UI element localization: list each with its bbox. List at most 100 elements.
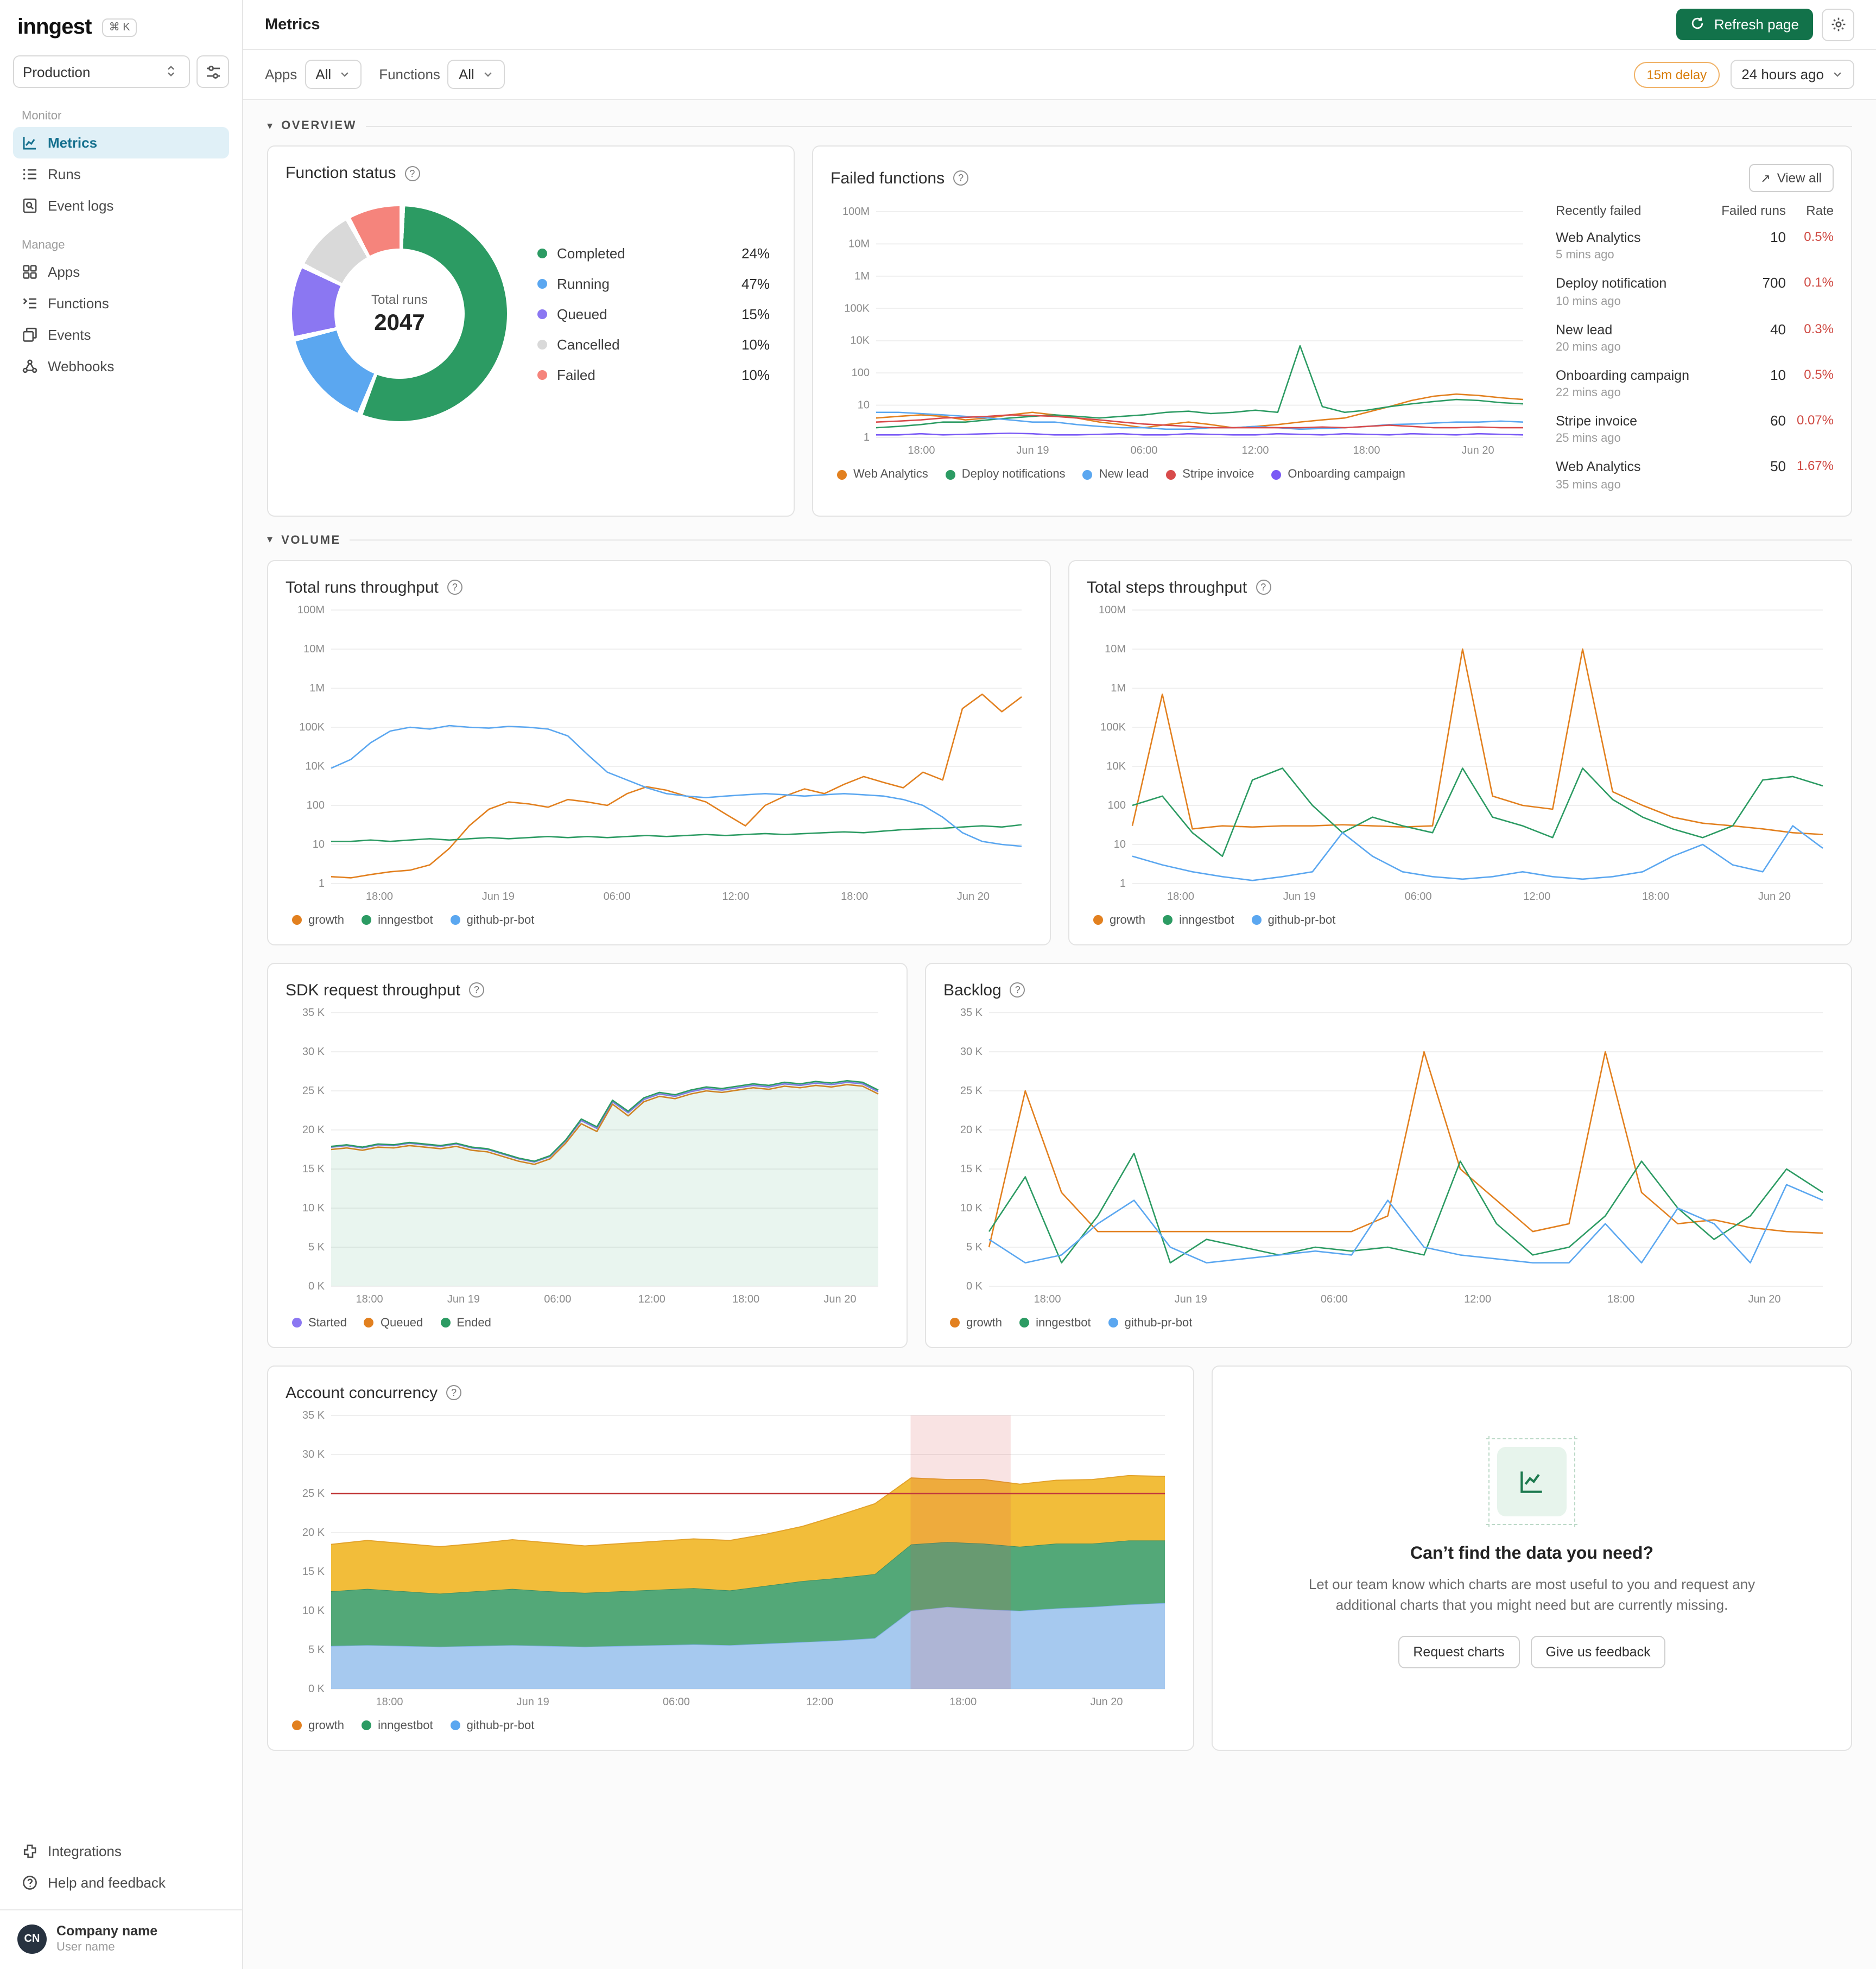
legend-item: github-pr-bot [450, 1719, 534, 1732]
time-range-select[interactable]: 24 hours ago [1731, 60, 1854, 89]
svg-text:10K: 10K [850, 335, 870, 347]
legend-item: github-pr-bot [1108, 1316, 1192, 1329]
failed-runs: 40 [1770, 321, 1786, 337]
table-row[interactable]: Web Analytics 5 mins ago 10 0.5% [1556, 223, 1834, 269]
svg-text:1M: 1M [1111, 682, 1126, 694]
failed-time: 10 mins ago [1556, 295, 1621, 308]
collapse-icon[interactable] [267, 534, 272, 546]
help-icon[interactable] [1256, 580, 1271, 595]
account-concurrency-chart: 35 K 30 K 25 K 20 K 15 K 10 K 5 K 0 K 18:00 Jun 1… [286, 1402, 1176, 1710]
legend-value: 24% [741, 245, 770, 261]
svg-text:20 K: 20 K [302, 1123, 325, 1135]
function-name: New lead [1556, 322, 1613, 337]
account-row[interactable]: CN Company name User name [0, 1909, 242, 1969]
svg-text:0 K: 0 K [966, 1280, 983, 1292]
legend-item: Completed 24% [537, 245, 770, 261]
functions-filter-select[interactable]: All [447, 60, 505, 89]
legend-item: New lead [1082, 468, 1149, 481]
failure-rate: 0.1% [1804, 275, 1834, 290]
view-all-button[interactable]: View all [1748, 164, 1834, 192]
table-row[interactable]: Onboarding campaign 22 mins ago 10 0.5% [1556, 360, 1834, 406]
dashed-guide [1486, 1524, 1577, 1526]
svg-text:Jun 20: Jun 20 [957, 890, 990, 902]
command-k-shortcut[interactable]: ⌘ K [102, 18, 137, 37]
total-steps-legend: growth inngestbot github-pr-bot [1087, 905, 1834, 926]
sidebar-item-help-feedback[interactable]: Help and feedback [13, 1868, 229, 1899]
help-icon[interactable] [447, 580, 462, 595]
section-title: OVERVIEW [281, 119, 357, 132]
sidebar-item-apps[interactable]: Apps [13, 256, 229, 288]
sidebar-item-integrations[interactable]: Integrations [13, 1836, 229, 1868]
column-header: Recently failed [1556, 203, 1642, 218]
failed-functions-chart: 100M 10M 1M 100K 10K 100 10 1 18:00 Jun 19 06:00 12… [831, 199, 1534, 459]
sidebar-item-runs[interactable]: Runs [13, 158, 229, 190]
sidebar-item-label: Runs [48, 166, 81, 182]
legend-label: Onboarding campaign [1288, 468, 1405, 481]
total-runs-chart: 100M 10M 1M 100K 10K 100 10 1 18:00 Jun 19 06:00 12… [286, 596, 1032, 905]
sidebar-item-metrics[interactable]: Metrics [13, 127, 229, 158]
legend-item: growth [1093, 913, 1145, 926]
environment-selector[interactable]: Production [13, 55, 190, 88]
legend-item: growth [292, 1719, 344, 1732]
help-icon[interactable] [446, 1385, 462, 1400]
svg-text:06:00: 06:00 [544, 1293, 571, 1305]
sidebar-item-events[interactable]: Events [13, 319, 229, 351]
svg-text:100: 100 [307, 799, 325, 811]
sidebar-item-functions[interactable]: Functions [13, 288, 229, 319]
legend-item: github-pr-bot [1251, 913, 1335, 926]
table-row[interactable]: Web Analytics 35 mins ago 50 1.67% [1556, 452, 1834, 498]
legend-dot [537, 370, 547, 379]
svg-text:18:00: 18:00 [1167, 890, 1194, 902]
chevron-down-icon [341, 72, 348, 77]
give-feedback-button[interactable]: Give us feedback [1530, 1635, 1666, 1668]
svg-text:30 K: 30 K [960, 1045, 983, 1057]
svg-text:15 K: 15 K [960, 1163, 983, 1174]
refresh-page-button[interactable]: Refresh page [1676, 9, 1813, 40]
svg-text:10 K: 10 K [302, 1604, 325, 1616]
table-row[interactable]: Deploy notification 10 mins ago 700 0.1% [1556, 269, 1834, 315]
svg-text:18:00: 18:00 [908, 444, 935, 456]
settings-button[interactable] [1822, 8, 1854, 41]
legend-label: New lead [1099, 468, 1149, 481]
failure-rate: 0.07% [1796, 412, 1834, 428]
help-icon[interactable] [468, 982, 484, 998]
manage-section-label: Manage [22, 239, 65, 252]
svg-text:18:00: 18:00 [841, 890, 868, 902]
sdk-request-legend: Started Queued Ended [286, 1307, 889, 1329]
environment-filter-button[interactable] [197, 55, 229, 88]
table-row[interactable]: New lead 20 mins ago 40 0.3% [1556, 314, 1834, 360]
table-row[interactable]: Stripe invoice 25 mins ago 60 0.07% [1556, 406, 1834, 452]
svg-text:Jun 20: Jun 20 [1748, 1293, 1780, 1305]
functions-filter-value: All [458, 66, 474, 82]
help-icon[interactable] [953, 170, 969, 186]
legend-label: inngestbot [1179, 913, 1234, 926]
sidebar-item-label: Apps [48, 264, 80, 280]
help-icon[interactable] [1010, 982, 1025, 998]
sliders-icon [205, 63, 221, 80]
apps-filter-select[interactable]: All [305, 60, 362, 89]
svg-text:Jun 19: Jun 19 [447, 1293, 480, 1305]
failed-time: 20 mins ago [1556, 340, 1621, 354]
legend-item: Stripe invoice [1166, 468, 1254, 481]
sidebar-item-webhooks[interactable]: Webhooks [13, 351, 229, 382]
events-icon [22, 327, 38, 343]
sidebar-item-event-logs[interactable]: Event logs [13, 190, 229, 221]
gear-icon [1830, 16, 1846, 33]
svg-text:10: 10 [858, 399, 870, 411]
function-status-donut: Total runs 2047 [292, 206, 507, 421]
legend-dot [837, 469, 847, 479]
legend-item: Ended [440, 1316, 491, 1329]
legend-dot [537, 339, 547, 349]
card-title: Backlog [943, 981, 1002, 999]
sidebar-item-label: Event logs [48, 198, 114, 214]
request-charts-button[interactable]: Request charts [1398, 1635, 1520, 1668]
event-logs-icon [22, 198, 38, 214]
collapse-icon[interactable] [267, 120, 272, 132]
legend-dot [537, 309, 547, 319]
arrow-ne-icon [1760, 170, 1770, 186]
svg-text:06:00: 06:00 [1405, 890, 1432, 902]
legend-label: Queued [557, 306, 607, 322]
help-icon[interactable] [404, 166, 420, 181]
failed-functions-legend: Web Analytics Deploy notifications New l… [831, 459, 1534, 481]
legend-dot [292, 1720, 302, 1730]
